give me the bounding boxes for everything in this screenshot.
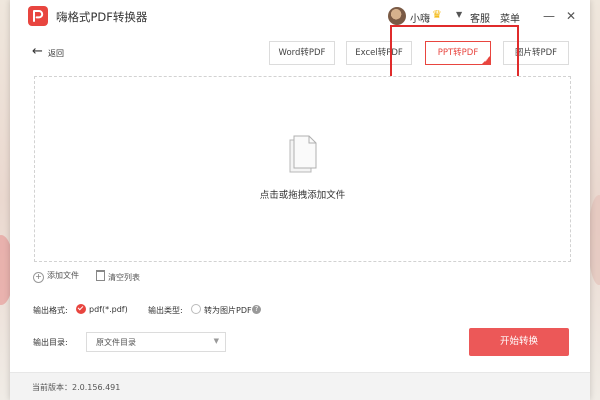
tab-word-to-pdf[interactable]: Word转PDF [269,41,335,65]
back-arrow-icon[interactable]: ← [32,44,43,59]
clear-list-label: 清空列表 [108,273,140,282]
image-pdf-radio[interactable] [191,304,201,314]
account-caret-icon[interactable]: ▼ [456,10,462,19]
start-convert-button[interactable]: 开始转换 [469,328,569,356]
output-dir-label: 输出目录: [33,338,68,347]
avatar[interactable] [388,7,406,25]
vip-crown-icon: ♛ [432,8,442,21]
image-pdf-option[interactable]: 转为图片PDF [204,305,252,316]
customer-service-link[interactable]: 客服 [470,10,490,25]
trash-icon [96,270,105,281]
close-button[interactable]: ✕ [562,7,580,25]
output-dir-value: 原文件目录 [96,338,136,347]
back-button[interactable]: 返回 [48,48,64,59]
version-text: 当前版本：2.0.156.491 [32,383,121,392]
add-icon: + [33,272,44,283]
format-pdf-radio[interactable] [76,304,86,314]
format-pdf-option[interactable]: pdf(*.pdf) [89,305,128,314]
drop-zone-hint: 点击或拖拽添加文件 [259,190,346,201]
clear-list-button[interactable]: 清空列表 [96,270,140,283]
document-icon [289,135,317,173]
output-format-label: 输出格式: [33,306,68,315]
minimize-button[interactable]: — [540,7,558,25]
app-window: 嗨格式PDF转换器 小嗨 ♛ ▼ 客服 菜单 — ✕ ← 返回 Word转PDF… [10,0,590,400]
username[interactable]: 小嗨 [410,10,430,25]
app-title: 嗨格式PDF转换器 [56,10,148,24]
add-file-button[interactable]: + 添加文件 [33,270,79,283]
status-bar: 当前版本：2.0.156.491 [10,372,590,400]
output-dir-select[interactable]: 原文件目录 ▼ [86,332,226,352]
chevron-down-icon: ▼ [213,337,219,345]
add-file-label: 添加文件 [47,271,79,280]
app-logo-icon [28,6,48,26]
output-type-label: 输出类型: [148,306,183,315]
help-icon[interactable]: ? [252,305,261,314]
menu-link[interactable]: 菜单 [500,10,520,25]
file-drop-zone[interactable]: 点击或拖拽添加文件 [34,76,571,262]
